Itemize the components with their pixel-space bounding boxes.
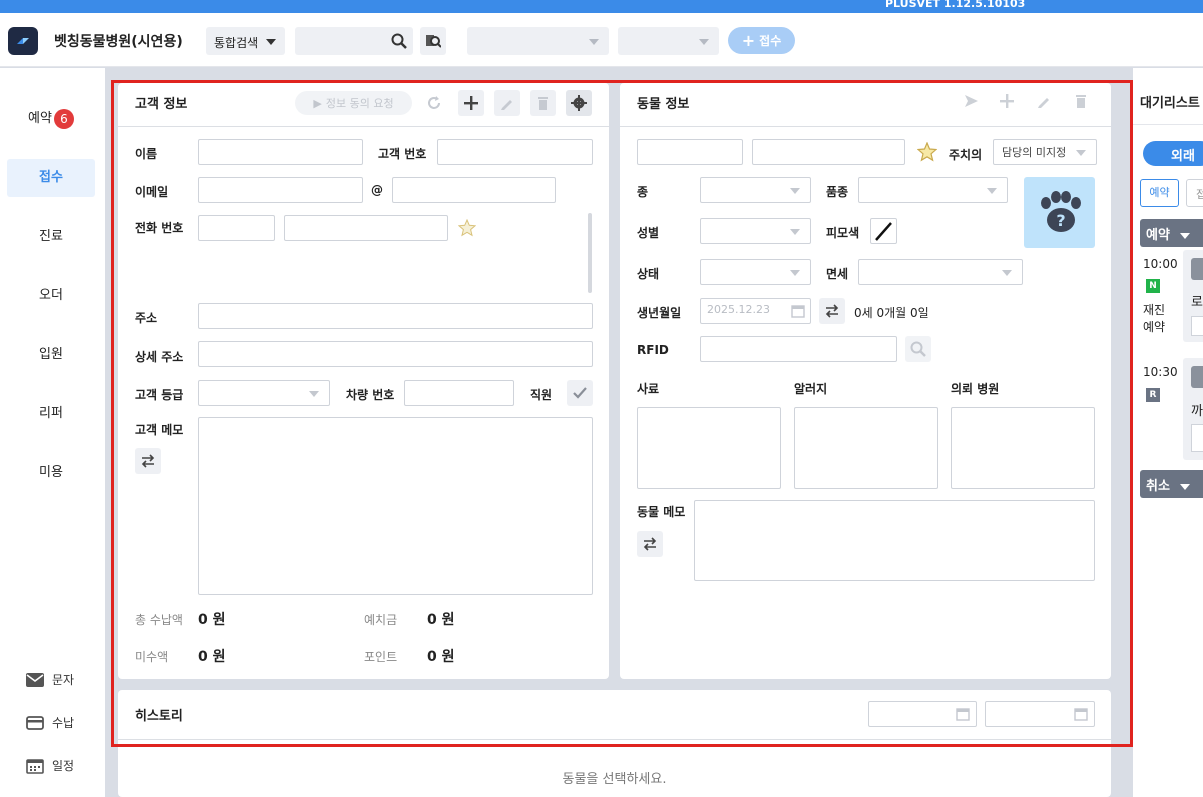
outpatient-toggle-label: 외래 bbox=[1171, 149, 1195, 164]
card-icon bbox=[26, 715, 44, 730]
reservation-count-badge: 6 bbox=[53, 108, 74, 129]
chevron-down-icon bbox=[266, 39, 276, 45]
entry-avatar bbox=[1191, 258, 1203, 280]
waitlist-panel: 대기리스트 외래 예약 접 예약 10:00 N 재진예약 로 10:30 R … bbox=[1133, 68, 1203, 797]
sidebar-item-label: 진료 bbox=[39, 229, 63, 244]
waitlist-card[interactable]: 로 bbox=[1183, 250, 1203, 342]
naver-badge-icon: N bbox=[1146, 279, 1160, 293]
reservation-group-label: 예약 bbox=[1146, 228, 1170, 243]
sidebar-item-grooming[interactable]: 미용 bbox=[7, 454, 95, 492]
reception-button[interactable]: + 접수 bbox=[728, 27, 795, 54]
sidebar-item-inpatient[interactable]: 입원 bbox=[7, 336, 95, 374]
entry-initial: 까 bbox=[1191, 404, 1203, 419]
sidebar-item-label: 접수 bbox=[39, 170, 63, 185]
entry-field[interactable] bbox=[1191, 424, 1203, 452]
entry-field[interactable] bbox=[1191, 316, 1203, 336]
cancel-group-label: 취소 bbox=[1146, 479, 1170, 494]
mail-icon bbox=[26, 672, 44, 687]
sidebar-item-label: 예약 bbox=[28, 111, 52, 126]
sidebar-item-label: 입원 bbox=[39, 347, 63, 362]
sidebar-item-reception[interactable]: 접수 bbox=[7, 159, 95, 197]
outpatient-toggle[interactable]: 외래 bbox=[1143, 141, 1203, 166]
chevron-down-icon bbox=[1180, 484, 1191, 490]
sidebar-item-label: 오더 bbox=[39, 288, 63, 303]
entry-initial: 로 bbox=[1191, 295, 1203, 310]
tab-reception-label: 접 bbox=[1196, 188, 1203, 201]
calendar-icon bbox=[26, 758, 44, 774]
search-type-select[interactable]: 통합검색 bbox=[206, 27, 285, 55]
filter-select-2[interactable] bbox=[618, 27, 719, 55]
waitlist-card[interactable]: 까 bbox=[1183, 358, 1203, 460]
reservation-group-header[interactable]: 예약 bbox=[1140, 219, 1203, 247]
entry-avatar bbox=[1191, 366, 1203, 388]
tab-reservation[interactable]: 예약 bbox=[1140, 179, 1179, 207]
version-label: PLUSVET 1.12.5.10103 bbox=[885, 0, 1026, 10]
cancel-group-header[interactable]: 취소 bbox=[1140, 470, 1203, 498]
app-logo-icon bbox=[8, 27, 38, 55]
version-bar: PLUSVET 1.12.5.10103 bbox=[0, 0, 1203, 13]
sidebar-item-label: 미용 bbox=[39, 465, 63, 480]
sidebar-item-reservation[interactable]: 예약 6 bbox=[7, 100, 95, 138]
plus-icon: + bbox=[741, 31, 756, 50]
highlight-box bbox=[111, 80, 1133, 747]
history-empty-message: 동물을 선택하세요. bbox=[562, 772, 667, 787]
sidebar-message[interactable]: 문자 bbox=[26, 671, 74, 688]
reception-button-label: 접수 bbox=[759, 34, 782, 48]
sidebar-payment-label: 수납 bbox=[52, 716, 75, 730]
tab-reception[interactable]: 접 bbox=[1186, 179, 1203, 207]
sidebar-item-label: 리퍼 bbox=[39, 406, 63, 421]
panel-divider bbox=[1133, 124, 1203, 125]
filter-select-1[interactable] bbox=[467, 27, 609, 55]
app-header: 벳칭동물병원(시연용) 통합검색 + 접수 bbox=[0, 13, 1203, 67]
waitlist-title: 대기리스트 bbox=[1140, 96, 1200, 111]
sidebar-schedule[interactable]: 일정 bbox=[26, 757, 74, 774]
hospital-name: 벳칭동물병원(시연용) bbox=[54, 34, 183, 50]
entry-time: 10:00 bbox=[1143, 257, 1178, 271]
reserved-badge-icon: R bbox=[1146, 388, 1160, 402]
sidebar-item-treatment[interactable]: 진료 bbox=[7, 218, 95, 256]
chevron-down-icon bbox=[699, 39, 709, 45]
entry-time: 10:30 bbox=[1143, 365, 1178, 379]
advanced-search-button[interactable] bbox=[420, 27, 446, 55]
search-input[interactable] bbox=[295, 27, 413, 55]
sidebar-schedule-label: 일정 bbox=[52, 759, 75, 773]
sidebar-item-order[interactable]: 오더 bbox=[7, 277, 95, 315]
search-type-label: 통합검색 bbox=[214, 36, 259, 50]
sidebar-item-referral[interactable]: 리퍼 bbox=[7, 395, 95, 433]
chevron-down-icon bbox=[589, 39, 599, 45]
sidebar: 예약 6 접수 진료 오더 입원 리퍼 미용 문자 수납 일정 bbox=[0, 68, 105, 797]
search-icon[interactable] bbox=[391, 33, 407, 49]
user-search-icon bbox=[426, 35, 441, 48]
sidebar-message-label: 문자 bbox=[52, 673, 75, 687]
chevron-down-icon bbox=[1180, 233, 1191, 239]
tab-reservation-label: 예약 bbox=[1149, 186, 1170, 199]
sidebar-payment[interactable]: 수납 bbox=[26, 714, 74, 731]
entry-tag: 재진예약 bbox=[1143, 303, 1166, 334]
